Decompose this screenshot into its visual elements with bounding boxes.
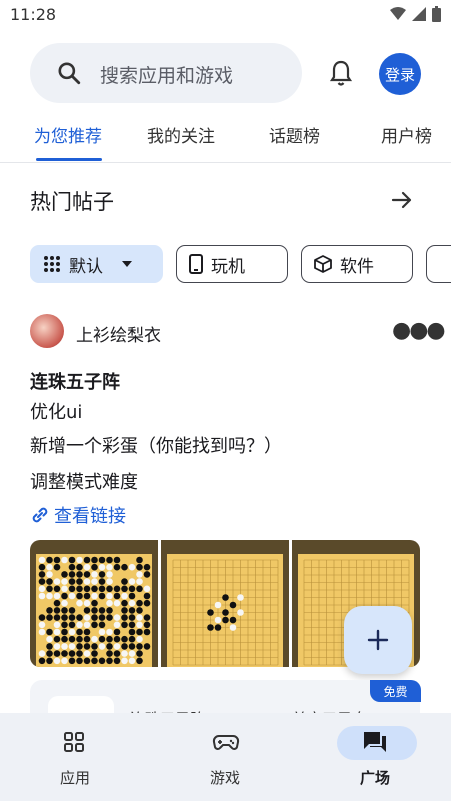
grid-icon	[44, 256, 60, 272]
search-input[interactable]: 搜索应用和游戏	[100, 61, 233, 88]
tab-indicator	[36, 158, 102, 161]
chip-default[interactable]: 默认	[30, 245, 163, 283]
chip-label: 玩机	[211, 256, 245, 277]
more-options-icon[interactable]: ●●●	[392, 318, 446, 343]
avatar[interactable]	[30, 314, 64, 348]
tab-bar: 为您推荐 我的关注 话题榜 用户榜	[0, 112, 451, 163]
status-icons	[390, 6, 441, 22]
battery-icon	[432, 6, 441, 22]
chip-software[interactable]: 软件	[301, 245, 413, 283]
post-image[interactable]	[161, 540, 289, 667]
post-title: 连珠五子阵	[30, 372, 120, 393]
forum-icon	[364, 732, 386, 752]
chip-label: 默认	[69, 256, 103, 277]
wifi-icon	[390, 7, 406, 20]
bell-icon[interactable]	[329, 59, 353, 87]
arrow-right-icon[interactable]	[390, 188, 414, 212]
chip-label: 软件	[340, 256, 374, 277]
free-badge: 免费	[370, 680, 421, 702]
section-title: 热门帖子	[30, 190, 114, 214]
view-link-label: 查看链接	[54, 506, 126, 527]
filter-chips: 默认 玩机 软件	[30, 245, 451, 285]
post-line: 新增一个彩蛋（你能找到吗？）	[30, 436, 282, 457]
tab-following[interactable]: 我的关注	[147, 122, 215, 147]
post-line: 调整模式难度	[30, 472, 138, 493]
gamepad-icon	[212, 735, 240, 750]
tab-topic-ranking[interactable]: 话题榜	[269, 122, 320, 147]
create-post-button[interactable]	[344, 606, 412, 674]
nav-plaza[interactable]: 广场	[300, 713, 450, 801]
chip-play[interactable]: 玩机	[176, 245, 288, 283]
tab-user-ranking[interactable]: 用户榜	[381, 122, 432, 147]
nav-games[interactable]: 游戏	[150, 713, 300, 801]
post-image[interactable]	[30, 540, 158, 667]
nav-label: 应用	[59, 769, 90, 787]
cube-icon	[314, 255, 332, 273]
signal-icon	[412, 7, 426, 21]
tab-recommended[interactable]: 为您推荐	[34, 122, 102, 147]
nav-label: 广场	[359, 769, 390, 787]
phone-icon	[189, 254, 203, 274]
search-icon[interactable]	[56, 60, 82, 86]
nav-apps[interactable]: 应用	[0, 713, 150, 801]
chip-more[interactable]	[426, 245, 451, 283]
nav-label: 游戏	[209, 769, 240, 787]
status-bar: 11:28	[0, 0, 451, 32]
login-button[interactable]: 登录	[379, 53, 421, 95]
status-time: 11:28	[10, 5, 57, 24]
view-link[interactable]: 查看链接	[30, 502, 126, 528]
plus-icon	[367, 629, 389, 651]
bottom-nav: 应用 游戏 广场	[0, 713, 451, 801]
dropdown-icon	[122, 261, 132, 267]
post-line: 优化ui	[30, 402, 83, 423]
apps-icon	[64, 732, 84, 752]
post-author[interactable]: 上衫绘梨衣	[76, 321, 161, 346]
link-icon	[32, 507, 48, 523]
